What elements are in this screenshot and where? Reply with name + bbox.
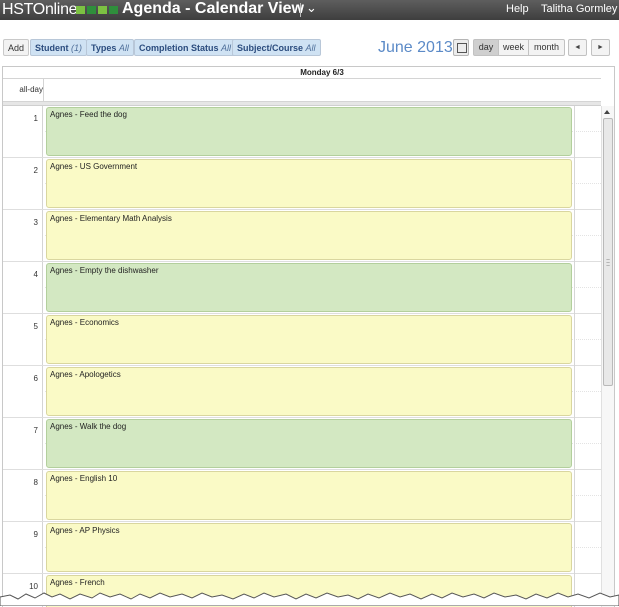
calendar-event[interactable]: Agnes - English 10 <box>46 471 572 520</box>
filter-label: Types <box>91 43 117 53</box>
calendar-event[interactable]: Agnes - US Government <box>46 159 572 208</box>
page-title: Agenda - Calendar View <box>122 0 304 17</box>
hour-label: 3 <box>3 210 43 261</box>
title-divider <box>300 3 301 17</box>
filter-label: Completion Status <box>139 43 219 53</box>
calendar-grid: Monday 6/3 all-day 1 2 3 4 5 6 7 8 9 10 Agnes - Fe… <box>2 66 615 607</box>
subject-course-filter-button[interactable]: Subject/Course All <box>232 39 321 56</box>
calendar-event[interactable]: Agnes - Apologetics <box>46 367 572 416</box>
help-link[interactable]: Help <box>506 3 529 15</box>
filter-value: All <box>118 43 129 53</box>
logo-block <box>109 6 118 14</box>
grip-icon: – – – <box>606 257 610 269</box>
calendar-event[interactable]: Agnes - Walk the dog <box>46 419 572 468</box>
column-divider <box>574 106 575 607</box>
hour-label: 4 <box>3 262 43 313</box>
hour-label: 6 <box>3 366 43 417</box>
app-header: HSTOnline Agenda - Calendar View ⌄ Help … <box>0 0 619 20</box>
prev-period-button[interactable]: ◄ <box>568 39 587 56</box>
view-month-button[interactable]: month <box>528 39 565 56</box>
calendar-event[interactable]: Agnes - Economics <box>46 315 572 364</box>
all-day-row[interactable]: all-day <box>3 78 601 102</box>
scrollbar-thumb[interactable]: – – – <box>603 118 613 386</box>
filter-value: All <box>305 43 316 53</box>
vertical-scrollbar[interactable]: – – – <box>601 106 614 607</box>
time-slots: 1 2 3 4 5 6 7 8 9 10 Agnes - Feed the dog Agnes - U… <box>3 106 601 607</box>
scroll-up-arrow-icon[interactable] <box>604 110 610 114</box>
add-button[interactable]: Add <box>3 39 30 56</box>
day-header-text: Monday 6/3 <box>300 68 344 77</box>
view-week-button[interactable]: week <box>498 39 529 56</box>
student-filter-button[interactable]: Student (1) <box>30 39 88 56</box>
logo-block <box>76 6 85 14</box>
user-name-link[interactable]: Talitha Gormley <box>541 3 617 15</box>
next-period-button[interactable]: ► <box>591 39 610 56</box>
hour-label: 2 <box>3 158 43 209</box>
calendar-event[interactable]: Agnes - Feed the dog <box>46 107 572 156</box>
hour-label: 1 <box>3 106 43 157</box>
calendar-event[interactable]: Agnes - AP Physics <box>46 523 572 572</box>
calendar-event[interactable]: Agnes - Empty the dishwasher <box>46 263 572 312</box>
logo-block <box>87 6 96 14</box>
filter-value: (1) <box>71 43 83 53</box>
month-title: June 2013 <box>378 39 453 56</box>
calendar-picker-icon[interactable] <box>453 39 469 56</box>
hour-label: 8 <box>3 470 43 521</box>
view-day-button[interactable]: day <box>473 39 499 56</box>
hour-label: 9 <box>3 522 43 573</box>
types-filter-button[interactable]: Types All <box>86 39 134 56</box>
calendar-event[interactable]: Agnes - Elementary Math Analysis <box>46 211 572 260</box>
chevron-down-icon[interactable]: ⌄ <box>306 0 317 16</box>
logo-block <box>98 6 107 14</box>
completion-status-filter-button[interactable]: Completion Status All <box>134 39 237 56</box>
filter-value: All <box>221 43 232 53</box>
hour-label: 5 <box>3 314 43 365</box>
torn-edge <box>0 592 619 606</box>
hour-label: 7 <box>3 418 43 469</box>
all-day-label: all-day <box>3 78 44 101</box>
filter-label: Student <box>35 43 69 53</box>
filter-label: Subject/Course <box>237 43 304 53</box>
logo-mark <box>76 6 118 14</box>
app-logo[interactable]: HSTOnline <box>2 1 78 19</box>
